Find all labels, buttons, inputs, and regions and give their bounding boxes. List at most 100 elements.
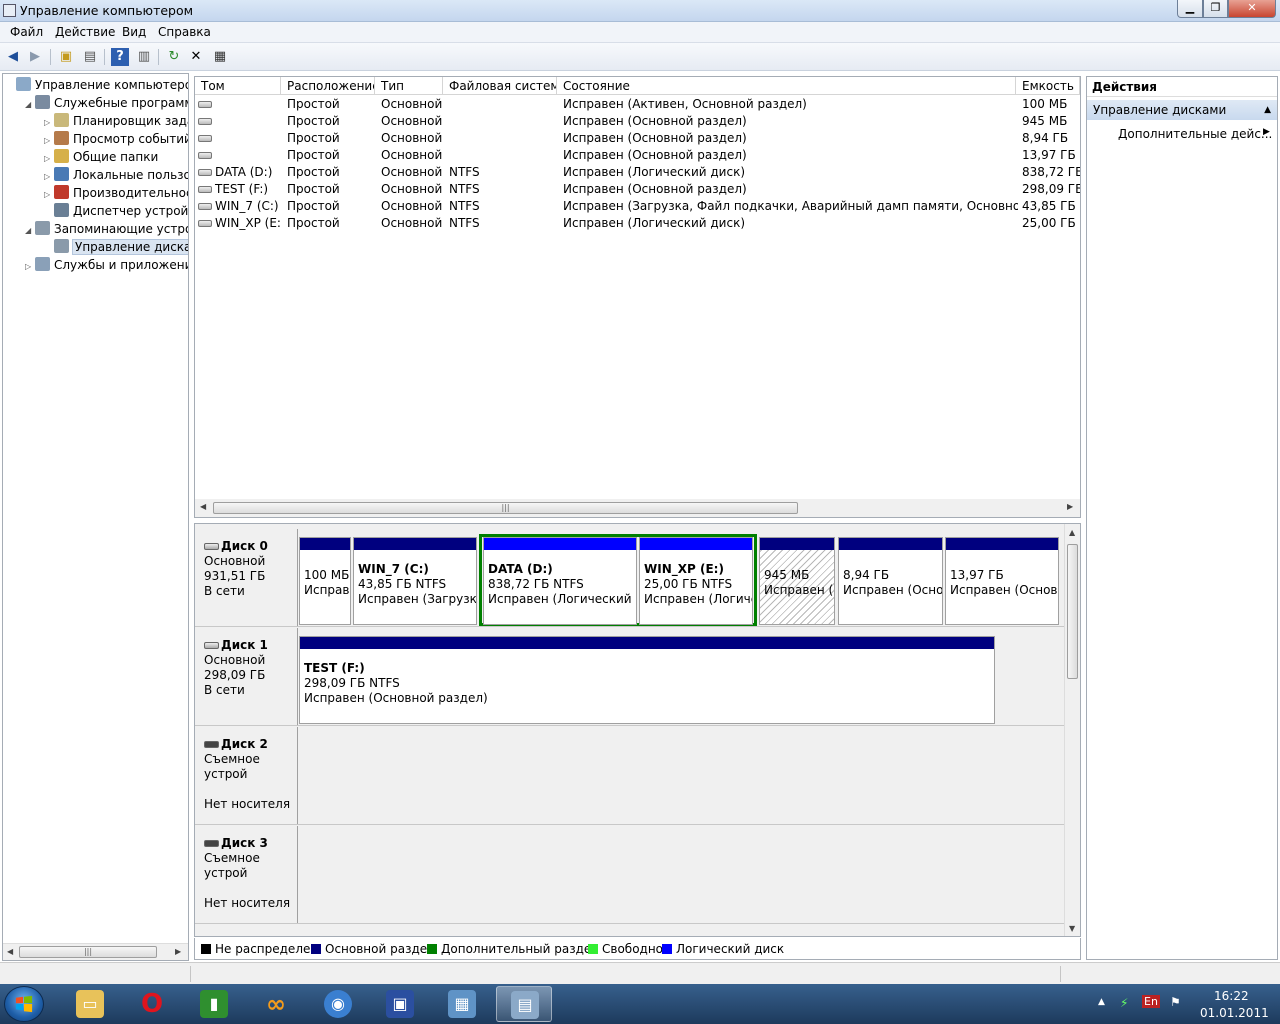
up-folder-icon[interactable]: ▣ (57, 48, 75, 66)
disk-name: Диск 2 (221, 737, 268, 751)
partition-block[interactable]: DATA (D:) 838,72 ГБ NTFS Исправен (Логичес… (483, 537, 637, 625)
show-hidden-icons[interactable]: ▲ (1098, 997, 1105, 1007)
taskbar-media[interactable]: ◉ (310, 986, 366, 1022)
taskbar-opera[interactable]: O (124, 986, 180, 1022)
column-header-5[interactable]: Емкость (1016, 77, 1080, 95)
disk-label[interactable]: Диск 0 Основной 931,51 ГБ В сети (195, 529, 298, 626)
tree-item-8[interactable]: ◢ Запоминающие устройст (25, 220, 188, 240)
scrollbar-thumb[interactable]: ||| (19, 946, 157, 958)
tree-item-1[interactable]: ◢ Служебные программы (25, 94, 188, 114)
close-button[interactable]: ✕ (1228, 0, 1276, 18)
properties-icon[interactable]: ▥ (135, 48, 153, 66)
taskbar-computer-management[interactable]: ▤ (496, 986, 552, 1022)
taskbar-explorer[interactable]: ▭ (62, 986, 118, 1022)
collapse-up-icon[interactable]: ▲ (1264, 100, 1271, 120)
table-row[interactable]: Простой Основной Исправен (Основной раздел… (195, 147, 1080, 164)
disk-label[interactable]: Диск 2 Съемное устрой Нет носителя (195, 727, 298, 824)
tree-item-7[interactable]: Диспетчер устройств (44, 202, 188, 220)
column-header-1[interactable]: Расположение (281, 77, 375, 95)
menu-view[interactable]: Вид (122, 25, 146, 39)
menu-action[interactable]: Действие (55, 25, 115, 39)
table-row[interactable]: DATA (D:) Простой Основной NTFS Исправен (Ло… (195, 164, 1080, 181)
scroll-right-icon[interactable]: ▶ (1067, 502, 1073, 511)
minimize-button[interactable]: ▁ (1177, 0, 1203, 18)
partition-size: 8,94 ГБ (843, 568, 890, 582)
submenu-arrow-icon[interactable]: ▶ (1263, 127, 1270, 137)
clock-time[interactable]: 16:22 (1214, 989, 1249, 1003)
scroll-down-icon[interactable]: ▼ (1069, 924, 1075, 933)
partition-block[interactable]: TEST (F:) 298,09 ГБ NTFS Исправен (Основно… (299, 636, 995, 724)
actions-section-disk-management[interactable]: Управление дисками ▲ (1087, 100, 1277, 120)
scrollbar-thumb[interactable] (1067, 544, 1078, 679)
menu-file[interactable]: Файл (10, 25, 43, 39)
delete-icon[interactable]: ✕ (187, 48, 205, 66)
partition-block[interactable]: 8,94 ГБИсправен (Основной раздел) (838, 537, 943, 625)
partition-block[interactable]: 945 МБИсправен (Основной раздел) (759, 537, 835, 625)
disk-type: Съемное устрой (204, 752, 260, 781)
partition-type-bar (839, 538, 942, 550)
table-row[interactable]: TEST (F:) Простой Основной NTFS Исправен (Ос… (195, 181, 1080, 198)
table-row[interactable]: WIN_7 (C:) Простой Основной NTFS Исправен (З… (195, 198, 1080, 215)
flag-icon[interactable]: ⚑ (1170, 995, 1181, 1009)
refresh-icon[interactable]: ↻ (165, 48, 183, 66)
tree-item-10[interactable]: ▷ Службы и приложения (25, 256, 188, 276)
scrollbar-thumb[interactable]: ||| (213, 502, 798, 514)
tree-item-2[interactable]: ▷Планировщик заданий (44, 112, 188, 130)
toolbar: ◀ ▶ ▣ ▤ ? ▥ ↻ ✕ ▦ (0, 43, 1280, 71)
table-cell: 25,00 ГБ (1022, 215, 1080, 232)
expander-icon[interactable]: ◢ (25, 222, 35, 240)
partition-block[interactable]: 100 МБИсправен (299, 537, 351, 625)
taskbar-qip[interactable]: ∞ (248, 986, 304, 1022)
table-row[interactable]: Простой Основной Исправен (Основной раздел… (195, 113, 1080, 130)
expander-icon[interactable]: ▷ (25, 258, 35, 276)
drive-icon (198, 118, 212, 125)
column-header-0[interactable]: Том (195, 77, 281, 95)
cell-text: Основной (381, 148, 443, 162)
table-row[interactable]: WIN_XP (E:) Простой Основной NTFS Исправен (… (195, 215, 1080, 232)
clock-date[interactable]: 01.01.2011 (1200, 1006, 1269, 1020)
disk-view-vertical-scrollbar[interactable]: ▲ ▼ (1064, 524, 1080, 936)
tree-item-5[interactable]: ▷Локальные пользовате (44, 166, 188, 184)
network-icon[interactable]: ⚡ (1120, 996, 1128, 1010)
tree-item-9[interactable]: Управление дисками (44, 238, 188, 256)
tree-item-0[interactable]: Управление компьютером (л (6, 76, 188, 94)
help-icon[interactable]: ? (111, 48, 129, 66)
table-row[interactable]: Простой Основной Исправен (Активен, Основн… (195, 96, 1080, 113)
maximize-button[interactable]: ❐ (1203, 0, 1228, 18)
disk-properties-icon[interactable]: ▦ (211, 48, 229, 66)
tree-item-4[interactable]: ▷ Общие папки (44, 148, 158, 166)
scroll-left-icon[interactable]: ◀ (200, 502, 206, 511)
volume-list-horizontal-scrollbar[interactable]: ◀ ||| ▶ (195, 499, 1080, 517)
back-arrow-icon[interactable]: ◀ (4, 48, 22, 66)
column-header-4[interactable]: Состояние (557, 77, 1016, 95)
start-button[interactable] (4, 986, 44, 1022)
forward-arrow-icon[interactable]: ▶ (26, 48, 44, 66)
scroll-up-icon[interactable]: ▲ (1069, 528, 1075, 537)
column-header-2[interactable]: Тип (375, 77, 443, 95)
taskbar-floppy[interactable]: ▣ (372, 986, 428, 1022)
tree-item-6[interactable]: ▷Производительность (44, 184, 188, 202)
show-hide-tree-icon[interactable]: ▤ (81, 48, 99, 66)
partition-block[interactable]: WIN_7 (C:) 43,85 ГБ NTFS Исправен (Загрузк… (353, 537, 477, 625)
disk-label[interactable]: Диск 3 Съемное устрой Нет носителя (195, 826, 298, 923)
table-row[interactable]: Простой Основной Исправен (Основной раздел… (195, 130, 1080, 147)
more-actions-link[interactable]: Дополнительные дейс... (1118, 127, 1272, 141)
language-indicator[interactable]: En (1142, 995, 1160, 1008)
taskbar-control-panel[interactable]: ▦ (434, 986, 490, 1022)
partition-block[interactable]: 13,97 ГБИсправен (Основной раздел) (945, 537, 1059, 625)
table-cell: Простой (287, 164, 377, 181)
tree-item-3[interactable]: ▷ Просмотр событий (44, 130, 188, 148)
disk-label[interactable]: Диск 1 Основной 298,09 ГБ В сети (195, 628, 298, 725)
disk-status: Нет носителя (204, 896, 291, 910)
partition-block[interactable]: WIN_XP (E:)25,00 ГБ NTFSИсправен (Логиче… (639, 537, 753, 625)
cell-text: Основной (381, 216, 443, 230)
column-header-3[interactable]: Файловая система (443, 77, 557, 95)
taskbar-app[interactable]: ▮ (186, 986, 242, 1022)
scroll-left-icon[interactable]: ◀ (7, 947, 13, 956)
tree-horizontal-scrollbar[interactable]: ◀ ||| ▶ (3, 943, 188, 960)
expander-icon[interactable]: ◢ (25, 96, 35, 114)
hard-disk-icon (204, 543, 219, 550)
menu-help[interactable]: Справка (158, 25, 211, 39)
control-panel-icon: ▦ (448, 990, 476, 1018)
scroll-right-icon[interactable]: ▶ (175, 947, 181, 956)
